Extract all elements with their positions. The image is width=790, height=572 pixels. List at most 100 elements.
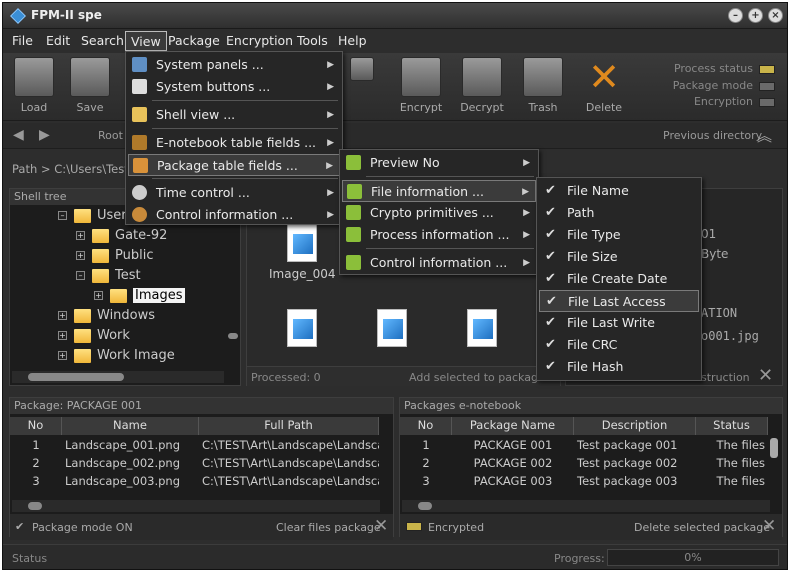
cell-description[interactable]: Test package 003 [574, 472, 696, 490]
menu-search[interactable]: Search [76, 31, 129, 51]
root-button[interactable]: Root [98, 129, 123, 142]
menu-item-process-information[interactable]: Process information ... ▶ [342, 224, 536, 246]
cell-package-name[interactable]: PACKAGE 002 [452, 454, 574, 472]
cell-package-name[interactable]: PACKAGE 001 [452, 436, 574, 454]
menu-item-file-last-access[interactable]: ✔ File Last Access [539, 290, 699, 312]
image-thumbnail[interactable] [287, 309, 317, 347]
tree-node-images[interactable]: + Images [94, 286, 185, 306]
cell-name[interactable]: Landscape_002.png [62, 454, 199, 472]
cell-no[interactable]: 1 [10, 436, 62, 454]
menu-item-file-name[interactable]: ✔ File Name [539, 180, 699, 202]
forward-arrow-icon[interactable]: ▶ [39, 127, 50, 143]
tree-node-work-image[interactable]: + Work Image [58, 346, 175, 366]
collapse-icon[interactable]: – [58, 211, 67, 220]
tree-node-gate92[interactable]: + Gate-92 [76, 226, 167, 246]
image-thumbnail[interactable] [287, 224, 317, 262]
menu-item-file-type[interactable]: ✔ File Type [539, 224, 699, 246]
cell-no[interactable]: 1 [400, 436, 452, 454]
clear-x-icon[interactable]: ✕ [374, 516, 388, 536]
delete-button[interactable]: ✕ Delete [578, 56, 630, 118]
tree-node-work[interactable]: + Work [58, 326, 130, 346]
cell-no[interactable]: 2 [400, 454, 452, 472]
tree-node-users[interactable]: – Users [58, 206, 133, 226]
package-hscroll[interactable] [12, 500, 380, 512]
enotebook-hscroll-thumb[interactable] [418, 502, 432, 510]
destruction-button[interactable]: struction [701, 371, 750, 384]
cell-no[interactable]: 3 [10, 472, 62, 490]
cell-path[interactable]: C:\TEST\Art\Landscape\Landscape_0 [199, 436, 379, 454]
cell-no[interactable]: 2 [10, 454, 62, 472]
column-header[interactable]: Package Name [452, 417, 574, 435]
menu-help[interactable]: Help [333, 31, 372, 51]
expand-icon[interactable]: + [94, 291, 103, 300]
add-selected-button[interactable]: Add selected to package [409, 371, 545, 384]
menu-item-file-last-write[interactable]: ✔ File Last Write [539, 312, 699, 334]
cell-name[interactable]: Landscape_001.png [62, 436, 199, 454]
tree-hscroll-thumb[interactable] [28, 373, 124, 381]
cell-description[interactable]: Test package 002 [574, 454, 696, 472]
cell-name[interactable]: Landscape_003.png [62, 472, 199, 490]
menu-view[interactable]: View [125, 31, 167, 51]
tree-vscroll-thumb[interactable] [228, 333, 238, 339]
cell-path[interactable]: C:\TEST\Art\Landscape\Landscape_0 [199, 454, 379, 472]
column-header[interactable]: Full Path [199, 417, 379, 435]
previous-directory-button[interactable]: Previous directory [663, 129, 762, 142]
encrypt-button[interactable]: Encrypt [395, 56, 447, 118]
destruction-x-icon[interactable]: ✕ [758, 365, 773, 386]
menu-encryption[interactable]: Encryption [221, 31, 298, 51]
menu-tools[interactable]: Tools [292, 31, 333, 51]
checkbox-check-icon[interactable]: ✔ [15, 520, 24, 533]
menu-item-crypto-primitives[interactable]: Crypto primitives ... ▶ [342, 202, 536, 224]
expand-icon[interactable]: + [58, 351, 67, 360]
menu-item-control-information[interactable]: Control information ... ▶ [342, 252, 536, 274]
column-header[interactable]: No [400, 417, 452, 435]
close-icon[interactable]: × [768, 8, 783, 23]
checklist-button[interactable] [348, 56, 376, 118]
column-header[interactable]: Description [574, 417, 696, 435]
menu-edit[interactable]: Edit [41, 31, 75, 51]
menu-item-system-buttons[interactable]: System buttons ... ▶ [128, 76, 340, 98]
cell-package-name[interactable]: PACKAGE 003 [452, 472, 574, 490]
delete-x-icon[interactable]: ✕ [762, 516, 776, 536]
menu-item-shell-view[interactable]: Shell view ... ▶ [128, 104, 340, 126]
expand-icon[interactable]: + [76, 231, 85, 240]
image-thumbnail[interactable] [467, 309, 497, 347]
menu-item-file-create-date[interactable]: ✔ File Create Date [539, 268, 699, 290]
clear-files-package-button[interactable]: Clear files package [276, 521, 381, 534]
column-header[interactable]: Name [62, 417, 199, 435]
delete-selected-package-button[interactable]: Delete selected package [634, 521, 770, 534]
menu-item-path[interactable]: ✔ Path [539, 202, 699, 224]
collapse-icon[interactable]: – [76, 271, 85, 280]
expand-icon[interactable]: + [76, 251, 85, 260]
column-header[interactable]: No [10, 417, 62, 435]
cell-path[interactable]: C:\TEST\Art\Landscape\Landscape_0 [199, 472, 379, 490]
load-button[interactable]: Load [8, 56, 60, 118]
menu-item-control-information[interactable]: Control information ... ▶ [128, 204, 340, 226]
menu-item-file-information[interactable]: File information ... ▶ [342, 180, 536, 202]
package-hscroll-thumb[interactable] [28, 502, 42, 510]
enotebook-hscroll[interactable] [402, 500, 770, 512]
minimize-icon[interactable]: – [728, 8, 743, 23]
menu-item-preview-no[interactable]: Preview No ▶ [342, 152, 536, 174]
cell-description[interactable]: Test package 001 [574, 436, 696, 454]
menu-item-file-crc[interactable]: ✔ File CRC [539, 334, 699, 356]
cell-no[interactable]: 3 [400, 472, 452, 490]
maximize-icon[interactable]: + [748, 8, 763, 23]
cell-status[interactable]: The files [696, 436, 768, 454]
menu-package[interactable]: Package [163, 31, 225, 51]
menu-file[interactable]: File [7, 31, 38, 51]
expand-icon[interactable]: + [58, 311, 67, 320]
cell-status[interactable]: The files [696, 454, 768, 472]
back-arrow-icon[interactable]: ◀ [13, 127, 24, 143]
column-header[interactable]: Status [696, 417, 768, 435]
tree-node-test[interactable]: – Test [76, 266, 141, 286]
menu-item-file-hash[interactable]: ✔ File Hash [539, 356, 699, 378]
tree-node-windows[interactable]: + Windows [58, 306, 155, 326]
menu-item-package-table-fields[interactable]: Package table fields ... ▶ [128, 154, 340, 176]
tree-hscroll[interactable] [12, 371, 224, 383]
decrypt-button[interactable]: Decrypt [456, 56, 508, 118]
image-thumbnail[interactable] [377, 309, 407, 347]
cell-status[interactable]: The files [696, 472, 768, 490]
tree-node-public[interactable]: + Public [76, 246, 153, 266]
menu-item-time-control[interactable]: Time control ... ▶ [128, 182, 340, 204]
